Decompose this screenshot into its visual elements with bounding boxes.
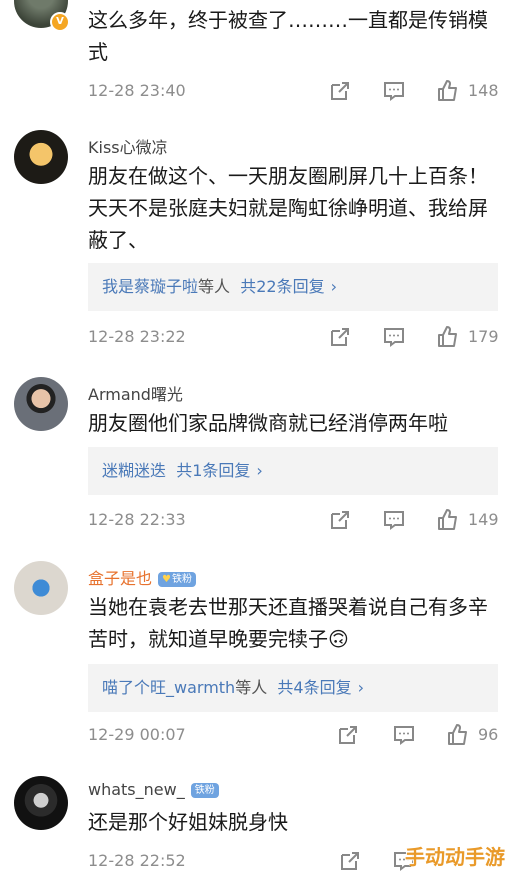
share-icon[interactable] [336,723,360,747]
share-icon[interactable] [328,325,352,349]
site-watermark: 手动动手游 [405,845,505,869]
avatar[interactable] [14,776,68,830]
comment-text: 朋友在做这个、一天朋友圈刷屏几十上百条！天天不是张庭夫妇就是陶虹徐峥明道、我给屏… [88,164,488,252]
heart-icon: ♥ [162,574,171,585]
comment-time: 12-28 22:33 [88,510,186,529]
like-count: 149 [468,510,499,529]
verified-badge-icon: V [50,12,70,32]
share-icon[interactable] [328,79,352,103]
reply-count[interactable]: 共4条回复 [277,678,351,697]
reply-users[interactable]: 喵了个旺_warmth [102,678,235,697]
reply-count[interactable]: 共1条回复 [176,461,250,480]
username[interactable]: Kiss心微凉 [88,134,168,158]
like-count: 96 [478,725,499,744]
username-text[interactable]: 盒子是也 [88,569,152,588]
username-text[interactable]: whats_new_ [88,780,185,799]
comment-time: 12-29 00:07 [88,725,186,744]
avatar[interactable] [14,377,68,431]
reply-preview[interactable]: 喵了个旺_warmth等人 共4条回复 › [88,664,498,712]
comment-meta: 12-28 23:40 148 [88,76,502,106]
comment-text: 这么多年，终于被查了………一直都是传销模式 [88,8,488,64]
reply-mid: 等人 [198,277,231,296]
reply-count[interactable]: 共22条回复 [240,277,324,296]
comment-icon[interactable] [382,325,406,349]
chevron-right-icon: › [330,277,337,296]
comment-time: 12-28 22:52 [88,851,186,870]
like-count: 179 [468,327,499,346]
username[interactable]: Armand曙光 [88,381,183,405]
comment-meta: 12-28 23:22 179 [88,322,502,352]
comment-text: 朋友圈他们家品牌微商就已经消停两年啦 [88,411,448,435]
comment-meta: 12-29 00:07 96 [88,720,502,750]
comment-icon[interactable] [392,723,416,747]
avatar[interactable] [14,561,68,615]
comment-text: 还是那个好姐妹脱身快 [88,810,288,834]
reply-users[interactable]: 迷糊迷迭 [102,461,166,480]
chevron-right-icon: › [357,678,364,697]
chevron-right-icon: › [256,461,263,480]
avatar[interactable] [14,130,68,184]
comment-time: 12-28 23:22 [88,327,186,346]
thumbs-up-icon[interactable] [436,508,460,532]
comment-time: 12-28 23:40 [88,81,186,100]
like-count: 148 [468,81,499,100]
fan-badge: 铁粉 [190,783,219,798]
thumbs-up-icon[interactable] [446,723,470,747]
comment-meta: 12-28 22:33 149 [88,505,502,535]
comment-text: 当她在袁老去世那天还直播哭着说自己有多辛苦时，就知道早晚要完犊子🙃 [88,595,488,651]
thumbs-up-icon[interactable] [436,79,460,103]
username[interactable]: whats_new_ 铁粉 [88,780,219,799]
reply-preview[interactable]: 我是蔡璇子啦等人 共22条回复 › [88,263,498,311]
fan-badge-label: 铁粉 [171,574,192,585]
fan-badge-label: 铁粉 [194,785,215,796]
share-icon[interactable] [328,508,352,532]
comment-icon[interactable] [382,508,406,532]
reply-preview[interactable]: 迷糊迷迭 共1条回复 › [88,447,498,495]
fan-badge: ♥铁粉 [158,572,196,587]
reply-mid: 等人 [235,678,268,697]
username[interactable]: 盒子是也 ♥铁粉 [88,565,196,589]
thumbs-up-icon[interactable] [436,325,460,349]
reply-users[interactable]: 我是蔡璇子啦 [102,277,198,296]
comment-icon[interactable] [382,79,406,103]
share-icon[interactable] [338,849,362,873]
